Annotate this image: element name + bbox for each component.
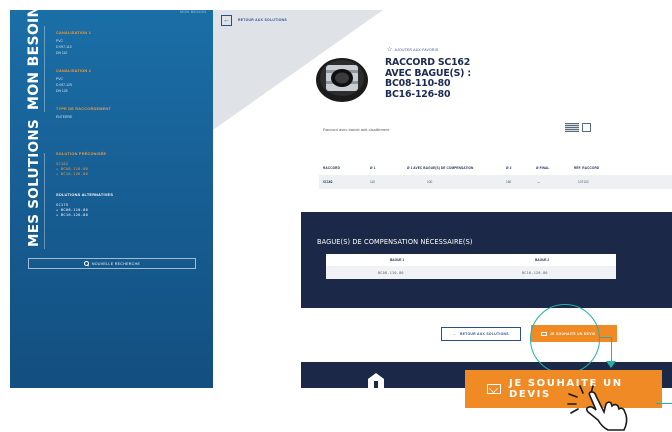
column-header: Ø 1 — [370, 165, 376, 170]
table-cell: BC16-126-80 — [522, 271, 548, 275]
new-search-label: NOUVELLE RECHERCHE — [91, 261, 141, 266]
canalisation2-line: DN 125 — [56, 89, 68, 93]
table-cell: 100 — [427, 180, 433, 184]
new-search-button[interactable]: NOUVELLE RECHERCHE — [28, 258, 196, 269]
canalisation1-title: CANALISATION 1 — [56, 31, 92, 35]
compensation-header: BAGUE 1 BAGUE 2 — [326, 254, 616, 266]
table-cell: — — [537, 180, 541, 184]
canalisation1-line: DN 110 — [56, 51, 68, 55]
back-to-solutions-button[interactable]: ← RETOUR AUX SOLUTIONS — [441, 327, 521, 341]
raccordement-value: ENTERRE — [56, 115, 73, 119]
certification-logos — [565, 123, 591, 132]
column-header: BAGUE 1 — [390, 258, 405, 262]
column-header: BAGUE 2 — [535, 258, 550, 262]
column-header: Ø 1 AVEC BAGUE(S) DE COMPENSATION — [407, 165, 474, 170]
footer-logo-icon — [368, 373, 384, 388]
callout-arrow-icon — [606, 361, 616, 368]
alternatives-title: SOLUTIONS ALTERNATIVES — [56, 193, 114, 197]
envelope-icon — [487, 384, 501, 394]
raccordement-title: TYPE DE RACCORDEMENT — [56, 107, 111, 111]
table-row: SC162 110 100 160 — 107102 — [319, 175, 672, 189]
add-favorite-label: AJOUTER AUX FAVORIS — [394, 48, 439, 52]
table-cell: SC162 — [323, 180, 333, 184]
column-header: RÉF. RACCORD — [574, 165, 600, 170]
preconisee-code[interactable]: + BC16-126-80 — [56, 172, 88, 177]
main-content: ← RETOUR AUX SOLUTIONS ☆ AJOUTER AUX FAV… — [213, 10, 672, 388]
table-cell: 107102 — [578, 180, 589, 184]
highlight-circle — [530, 304, 600, 374]
product-title-line: BC16-126-80 — [385, 88, 451, 100]
compensation-section: BAGUE(S) DE COMPENSATION NÉCESSAIRE(S) B… — [301, 212, 672, 308]
arrow-left-icon: ← — [453, 332, 457, 336]
column-header: Ø 2 — [506, 165, 512, 170]
besoin-divider — [44, 26, 45, 112]
spec-table-header: RACCORD Ø 1 Ø 1 AVEC BAGUE(S) DE COMPENS… — [323, 162, 672, 173]
product-title-line: RACCORD SC162 — [385, 57, 471, 68]
callout-connector — [656, 403, 672, 405]
canalisation2-title: CANALISATION 2 — [56, 69, 92, 73]
product-description: Raccord avec bande anti-cisaillement — [323, 127, 390, 132]
callout-connector — [611, 337, 613, 363]
compensation-title: BAGUE(S) DE COMPENSATION NÉCESSAIRE(S) — [317, 238, 473, 246]
house-logo-icon — [582, 123, 591, 132]
column-header: Ø FINAL — [536, 165, 550, 170]
product-title: RACCORD SC162 AVEC BAGUE(S) : BC08-110-8… — [385, 57, 505, 100]
mes-solutions-label: MES SOLUTIONS — [26, 119, 42, 247]
search-icon — [83, 261, 89, 266]
compensation-table: BAGUE 1 BAGUE 2 BC08-110-80 BC16-126-80 — [326, 254, 616, 279]
table-cell: BC08-110-80 — [378, 271, 404, 275]
pointing-hand-icon — [567, 385, 628, 431]
table-cell: 160 — [506, 180, 512, 184]
sidebar-topline: MON BESOIN — [180, 10, 207, 14]
back-link[interactable]: RETOUR AUX SOLUTIONS — [238, 18, 287, 22]
add-favorite-button[interactable]: ☆ AJOUTER AUX FAVORIS — [387, 47, 438, 53]
solutions-divider — [44, 153, 45, 249]
column-header: RACCORD — [323, 165, 340, 170]
preconisee-title: SOLUTION PRÉCONISÉE — [56, 152, 107, 156]
table-row: BC08-110-80 BC16-126-80 — [326, 266, 616, 279]
product-image — [316, 58, 368, 102]
table-cell: 110 — [370, 180, 376, 184]
alternative-code[interactable]: + BC16-126-80 — [56, 213, 88, 218]
back-arrow-icon[interactable]: ← — [221, 15, 232, 26]
sidebar: MON BESOIN MON BESOIN CANALISATION 1 PVC… — [10, 10, 213, 388]
mon-besoin-label: MON BESOIN — [26, 10, 42, 110]
back-to-solutions-label: RETOUR AUX SOLUTIONS — [459, 332, 509, 336]
certification-logo-icon — [565, 123, 579, 132]
star-icon: ☆ — [387, 47, 393, 53]
